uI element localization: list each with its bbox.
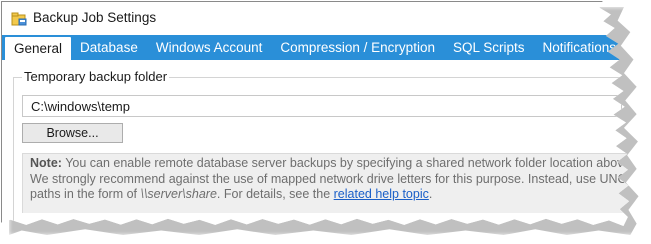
- group-label: Temporary backup folder: [22, 69, 170, 84]
- tab-compression-encryption[interactable]: Compression / Encryption: [271, 35, 444, 60]
- note-box: Note: You can enable remote database ser…: [22, 153, 634, 213]
- screenshot-stage: Backup Job Settings General Database Win…: [0, 0, 651, 244]
- tab-general[interactable]: General: [5, 37, 72, 60]
- general-tab-content: Temporary backup folder Browse... Note: …: [2, 60, 634, 226]
- backup-job-icon: [11, 11, 27, 26]
- note-prefix: Note:: [30, 156, 62, 170]
- tab-sql-scripts[interactable]: SQL Scripts: [444, 35, 534, 60]
- tab-database[interactable]: Database: [71, 35, 147, 60]
- note-text-3b: . For details, see the: [216, 187, 334, 201]
- window-title: Backup Job Settings: [33, 10, 157, 25]
- note-line-3: paths in the form of \\server\share. For…: [30, 187, 629, 203]
- note-line-1: Note: You can enable remote database ser…: [30, 156, 634, 172]
- title-bar: Backup Job Settings: [2, 2, 630, 35]
- backup-folder-input[interactable]: [22, 95, 622, 117]
- note-text-3-end: .: [428, 187, 433, 201]
- related-help-topic-link[interactable]: related help topic: [334, 187, 429, 201]
- unc-path-example: \\server\share: [140, 187, 217, 201]
- tab-bar: General Database Windows Account Compres…: [2, 35, 630, 60]
- note-text-1: You can enable remote database server ba…: [61, 156, 634, 170]
- note-line-2: We strongly recommend against the use of…: [30, 171, 627, 186]
- tab-windows-account[interactable]: Windows Account: [147, 35, 272, 60]
- backup-job-settings-window: Backup Job Settings General Database Win…: [1, 1, 634, 226]
- browse-button[interactable]: Browse...: [22, 123, 123, 143]
- note-text-3a: paths in the form of: [30, 187, 141, 201]
